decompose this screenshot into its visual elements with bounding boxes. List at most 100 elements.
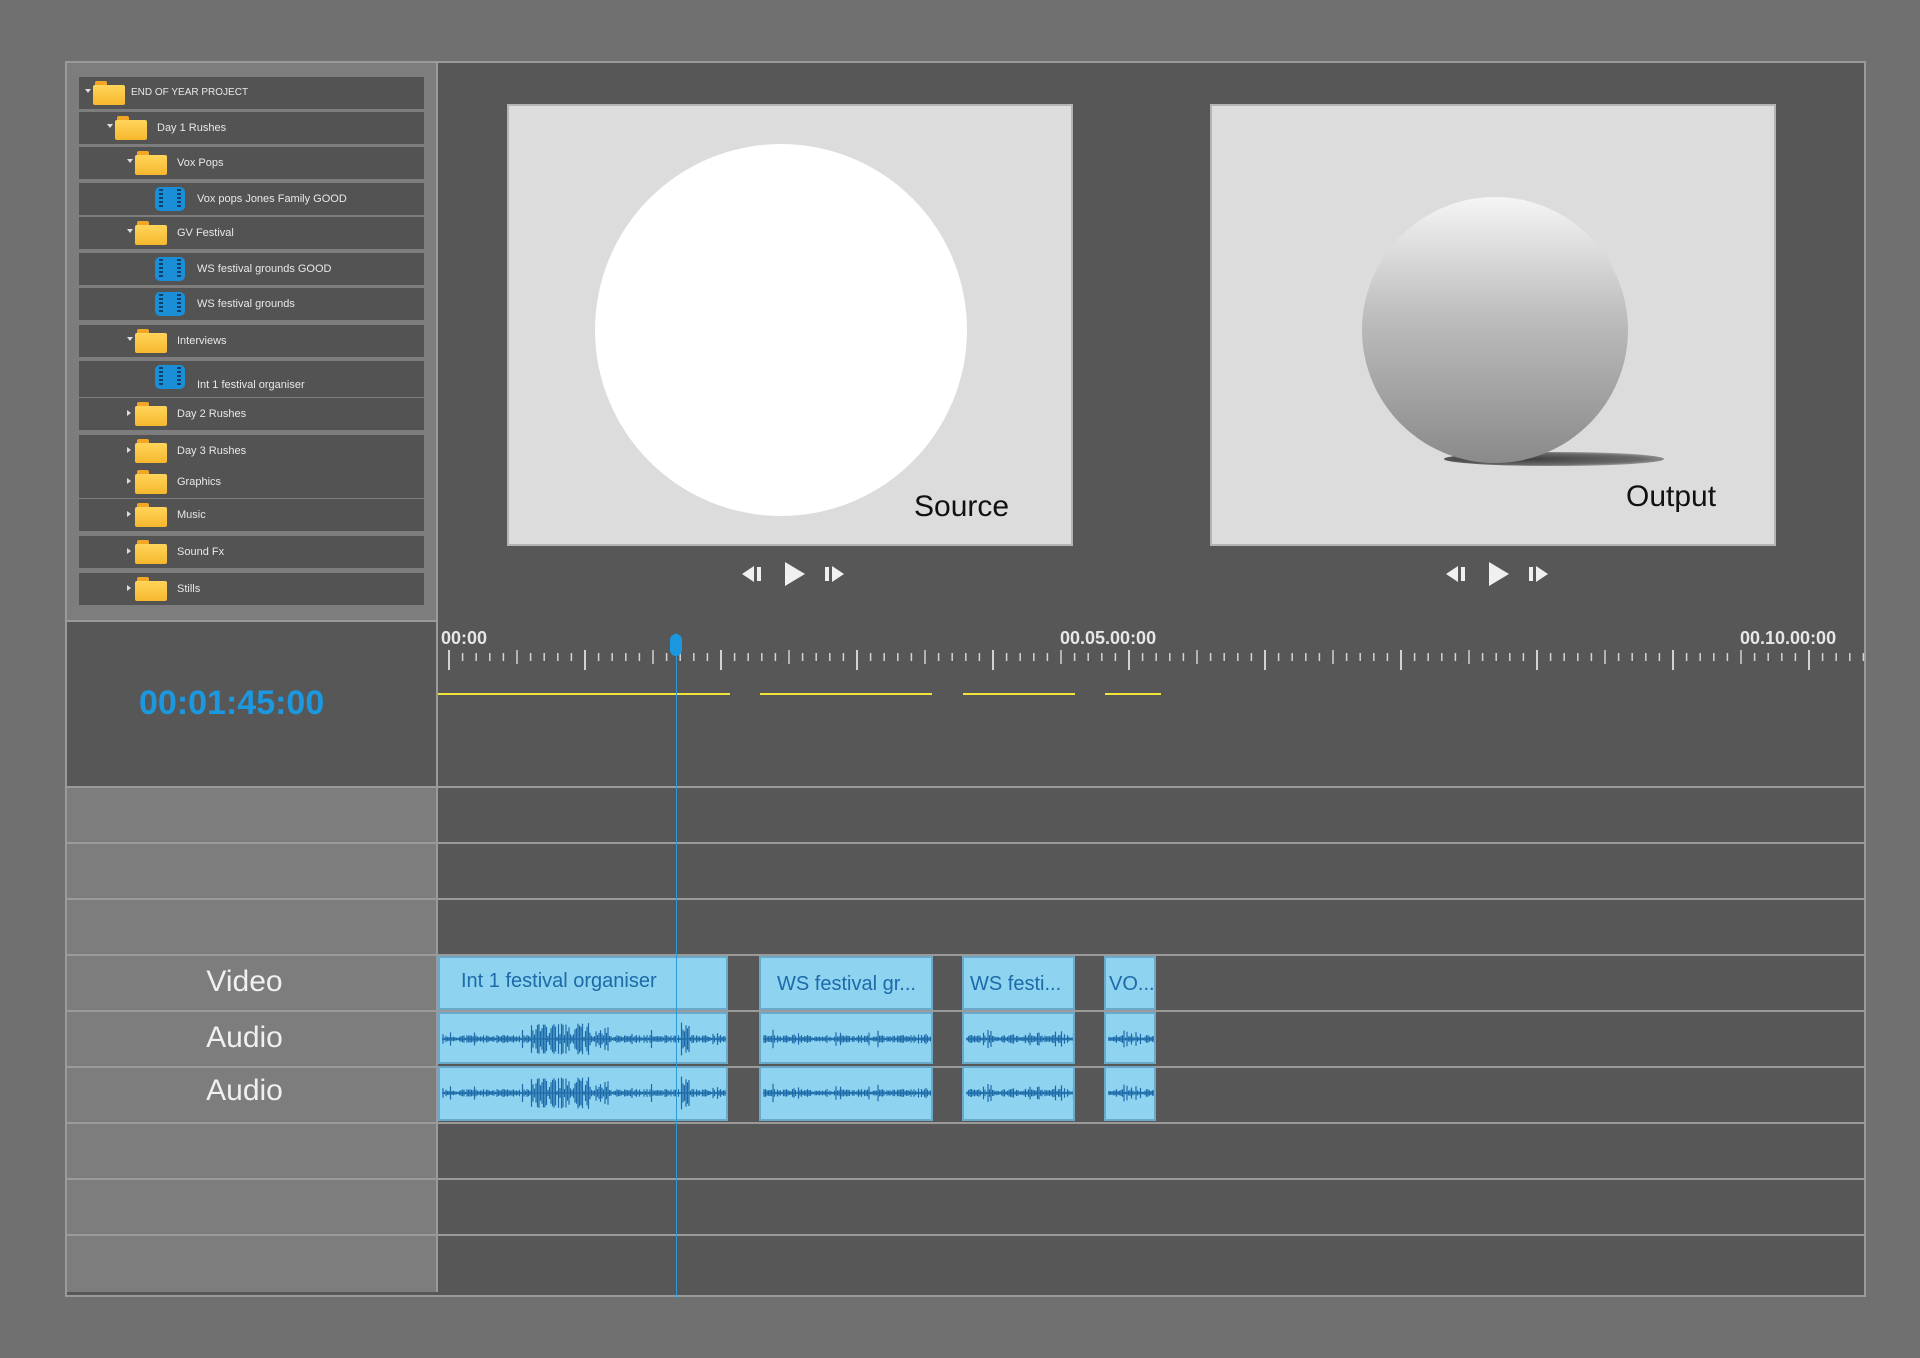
collapsed-arrow-icon[interactable] [127, 511, 131, 517]
expanded-arrow-icon[interactable] [127, 337, 133, 341]
ruler-label-end: 00.10.00:00 [1740, 628, 1837, 648]
timeline-ruler[interactable]: 00:00 00.05.00:00 00.10.00:00 [438, 622, 1866, 786]
collapsed-arrow-icon[interactable] [127, 447, 131, 453]
folder-icon [135, 151, 167, 175]
tree-item-label: Day 2 Rushes [177, 408, 247, 420]
playhead-icon[interactable] [670, 634, 682, 656]
ruler-label-mid: 00.05.00:00 [1060, 628, 1157, 648]
video-clip[interactable]: Int 1 festival organiser [438, 956, 728, 1010]
video-clip[interactable]: WS festi... [962, 956, 1075, 1010]
folder-icon [135, 503, 167, 527]
track-divider [67, 1234, 1866, 1236]
folder-icon [135, 439, 167, 463]
tree-item[interactable]: Sound Fx [79, 536, 424, 568]
folder-icon [135, 577, 167, 601]
tree-item[interactable]: Graphics [79, 466, 424, 498]
waveform [763, 1029, 931, 1049]
clip-title: VO... [1109, 973, 1155, 995]
output-monitor[interactable]: Output [1210, 104, 1776, 546]
clip-title: Int 1 festival organiser [461, 970, 657, 992]
tree-item[interactable]: Day 1 Rushes [79, 112, 424, 144]
film-clip-icon [155, 187, 185, 211]
tree-item[interactable]: Day 2 Rushes [79, 398, 424, 430]
render-bar [963, 693, 1075, 695]
tree-item[interactable]: END OF YEAR PROJECT [79, 77, 424, 109]
expanded-arrow-icon[interactable] [85, 89, 91, 93]
tree-item-label: WS festival grounds [197, 298, 295, 310]
tree-item[interactable]: Vox Pops [79, 147, 424, 179]
tree-item-label: END OF YEAR PROJECT [131, 87, 249, 98]
audio-clip[interactable] [438, 1066, 728, 1121]
clip-title: WS festi... [970, 973, 1062, 995]
collapsed-arrow-icon[interactable] [127, 585, 131, 591]
tree-item[interactable]: Stills [79, 573, 424, 605]
folder-icon [135, 470, 167, 494]
film-clip-icon [155, 365, 185, 389]
audio-clip[interactable] [962, 1066, 1075, 1121]
tree-item-label: Graphics [177, 476, 222, 488]
source-monitor[interactable]: Source [507, 104, 1073, 546]
audio-track-1-label: Audio [206, 1021, 283, 1054]
timecode-display[interactable]: 00:01:45:00 [139, 684, 324, 723]
output-frame-sphere [1362, 197, 1628, 463]
play-icon[interactable] [780, 560, 808, 588]
tree-item[interactable]: Music [79, 499, 424, 531]
audio-clip[interactable] [962, 1012, 1075, 1064]
step-back-icon[interactable] [1442, 562, 1470, 586]
collapsed-arrow-icon[interactable] [127, 410, 131, 416]
waveform [1108, 1084, 1154, 1102]
video-clip[interactable]: WS festival gr... [759, 956, 933, 1010]
tree-item-label: Sound Fx [177, 546, 225, 558]
video-clip[interactable]: VO... [1104, 956, 1156, 1010]
waveform [1108, 1030, 1154, 1048]
tree-item[interactable]: WS festival grounds [79, 288, 424, 320]
tree-item[interactable]: GV Festival [79, 217, 424, 249]
folder-icon [135, 221, 167, 245]
render-bar [760, 693, 932, 695]
clip-title: WS festival gr... [777, 973, 916, 995]
waveform [966, 1030, 1073, 1048]
expanded-arrow-icon[interactable] [107, 124, 113, 128]
video-track-label: Video [206, 965, 283, 998]
audio-clip[interactable] [759, 1066, 933, 1121]
tree-item-label: WS festival grounds GOOD [197, 263, 332, 275]
tree-item-label: Int 1 festival organiser [197, 379, 305, 391]
tree-item[interactable]: Int 1 festival organiser [79, 361, 424, 397]
track-divider [67, 1178, 1866, 1180]
expanded-arrow-icon[interactable] [127, 159, 133, 163]
audio-clip[interactable] [759, 1012, 933, 1064]
play-icon[interactable] [1484, 560, 1512, 588]
waveform [442, 1076, 726, 1110]
folder-icon [135, 402, 167, 426]
monitor-area: Source Output [438, 63, 1866, 622]
waveform [763, 1083, 931, 1103]
track-divider [67, 786, 1866, 788]
audio-clip[interactable] [438, 1012, 728, 1064]
tree-item-label: Day 3 Rushes [177, 445, 247, 457]
waveform [442, 1022, 726, 1056]
expanded-arrow-icon[interactable] [127, 229, 133, 233]
audio-clip[interactable] [1104, 1012, 1156, 1064]
folder-icon [135, 540, 167, 564]
render-bar [438, 693, 730, 695]
collapsed-arrow-icon[interactable] [127, 478, 131, 484]
tree-item[interactable]: Vox pops Jones Family GOOD [79, 183, 424, 215]
source-label: Source [914, 490, 1010, 523]
track-divider [67, 898, 1866, 900]
tree-item-label: Interviews [177, 335, 227, 347]
tree-item[interactable]: Interviews [79, 325, 424, 357]
tree-item[interactable]: Day 3 Rushes [79, 435, 424, 467]
ruler-label-start: 00:00 [441, 628, 488, 648]
film-clip-icon [155, 292, 185, 316]
step-forward-icon[interactable] [822, 562, 850, 586]
tree-item-label: Day 1 Rushes [157, 122, 227, 134]
step-back-icon[interactable] [738, 562, 766, 586]
tree-item-label: GV Festival [177, 227, 234, 239]
audio-clip[interactable] [1104, 1066, 1156, 1121]
audio-track-2-label: Audio [206, 1074, 283, 1107]
folder-icon [93, 81, 125, 105]
step-forward-icon[interactable] [1526, 562, 1554, 586]
source-frame-circle [595, 144, 967, 516]
collapsed-arrow-icon[interactable] [127, 548, 131, 554]
tree-item[interactable]: WS festival grounds GOOD [79, 253, 424, 285]
